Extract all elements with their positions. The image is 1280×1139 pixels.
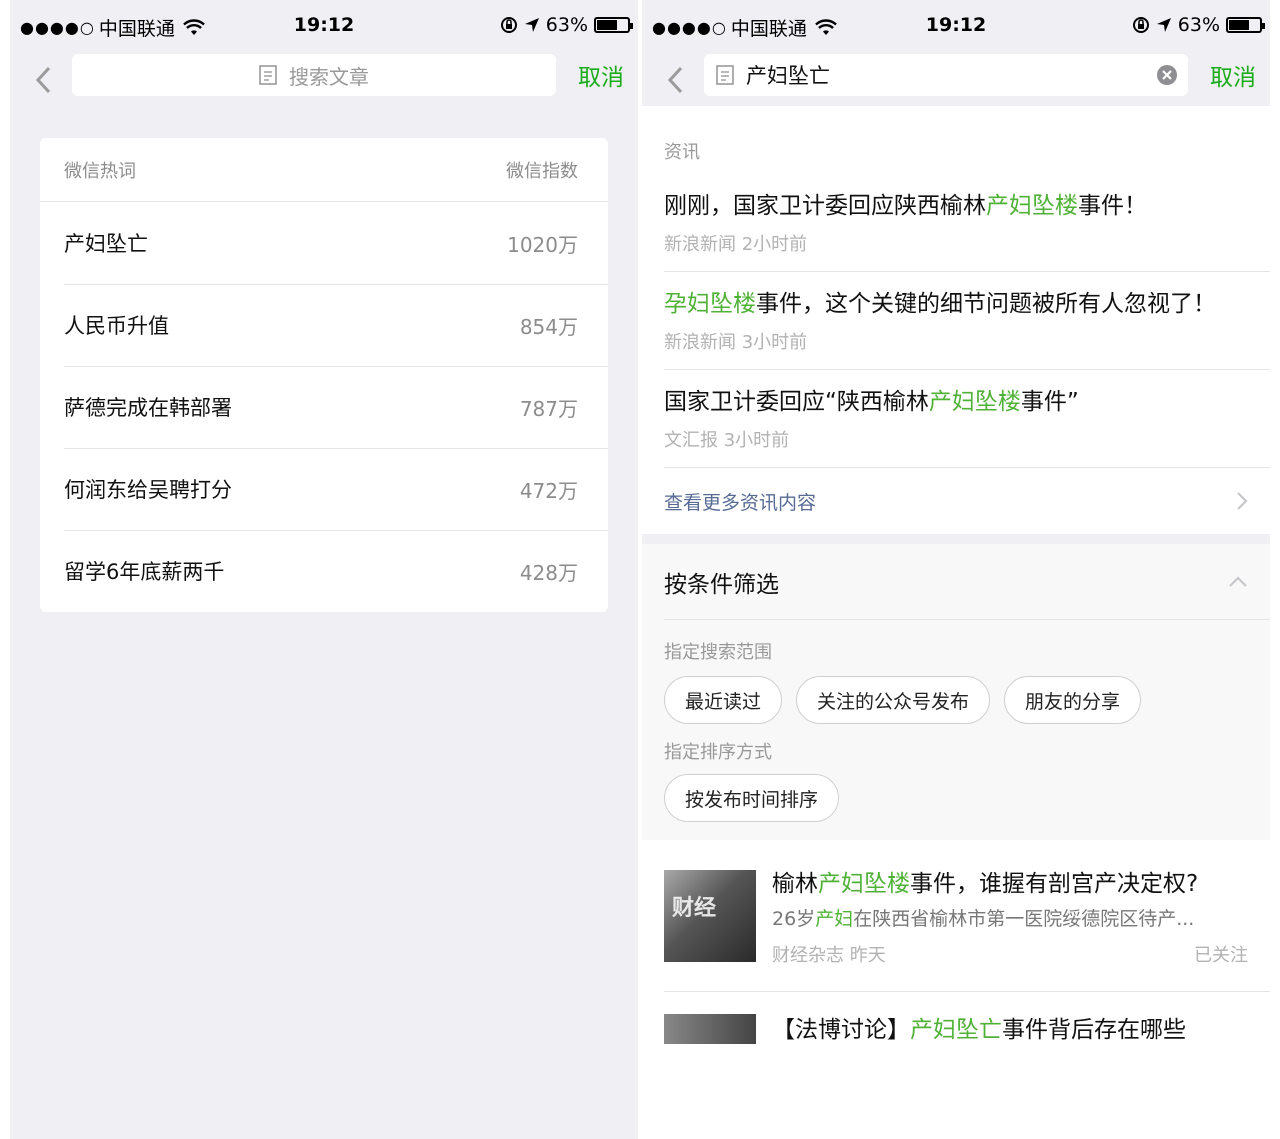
scope-chips: 最近读过 关注的公众号发布 朋友的分享	[642, 668, 1270, 724]
article-source: 财经杂志 昨天	[772, 945, 886, 966]
location-arrow-icon	[524, 18, 539, 32]
thumbnail-text: 财经	[672, 896, 717, 921]
hot-word-index: 1020万	[507, 232, 578, 257]
status-right: 63%	[1132, 14, 1265, 36]
chip-friends-shares[interactable]: 朋友的分享	[1004, 676, 1142, 724]
article-result[interactable]: 【法博讨论】产妇坠亡事件背后存在哪些	[642, 992, 1270, 1046]
search-results: 资讯 刚刚，国家卫计委回应陕西榆林产妇坠楼事件！ 新浪新闻 2小时前 孕妇坠楼事…	[642, 110, 1270, 1046]
followed-badge: 已关注	[1194, 945, 1248, 966]
index-column-label: 微信指数	[506, 160, 578, 182]
news-item[interactable]: 孕妇坠楼事件，这个关键的细节问题被所有人忽视了！ 新浪新闻 3小时前	[642, 272, 1270, 370]
article-doc-icon	[716, 65, 734, 85]
back-chevron-icon[interactable]	[664, 62, 686, 98]
news-item[interactable]: 国家卫计委回应“陕西榆林产妇坠楼事件” 文汇报 3小时前	[642, 370, 1270, 468]
right-phone-screen: ●●●●○ 中国联通 19:12 63% 产妇坠亡 取消 资讯 刚刚，国家卫计委…	[642, 0, 1270, 1139]
article-result[interactable]: 财经 榆林产妇坠楼事件，谁握有剖宫产决定权? 26岁产妇在陕西省榆林市第一医院绥…	[642, 840, 1270, 991]
hot-word: 产妇坠亡	[64, 232, 148, 256]
news-title: 国家卫计委回应“陕西榆林产妇坠楼事件”	[664, 389, 1079, 415]
status-right: 63%	[500, 14, 633, 36]
chip-recently-read[interactable]: 最近读过	[664, 676, 783, 724]
filter-title: 按条件筛选	[664, 572, 779, 598]
battery-icon	[594, 17, 633, 33]
rotation-lock-icon	[1132, 17, 1149, 33]
sort-chips: 按发布时间排序	[642, 772, 1270, 822]
search-query: 产妇坠亡	[746, 64, 830, 88]
battery-icon	[1226, 17, 1265, 33]
hot-words-column-label: 微信热词	[64, 160, 136, 182]
filter-header[interactable]: 按条件筛选	[642, 544, 1270, 620]
status-bar: ●●●●○ 中国联通 19:12 63%	[10, 0, 638, 54]
article-title: 榆林产妇坠楼事件，谁握有剖宫产决定权?	[772, 871, 1199, 897]
news-meta: 文汇报 3小时前	[664, 430, 790, 451]
rotation-lock-icon	[500, 17, 517, 33]
search-navbar: 搜索文章 取消	[10, 54, 638, 106]
location-arrow-icon	[1156, 18, 1171, 32]
article-body: 榆林产妇坠楼事件，谁握有剖宫产决定权? 26岁产妇在陕西省榆林市第一医院绥德院区…	[772, 868, 1248, 967]
sort-label: 指定排序方式	[664, 742, 772, 763]
news-item[interactable]: 刚刚，国家卫计委回应陕西榆林产妇坠楼事件！ 新浪新闻 2小时前	[642, 174, 1270, 272]
news-section-label: 资讯	[664, 142, 700, 163]
chip-sort-by-time[interactable]: 按发布时间排序	[664, 774, 840, 822]
hot-word-row[interactable]: 人民币升值 854万	[40, 284, 608, 366]
news-meta: 新浪新闻 2小时前	[664, 234, 808, 255]
article-meta: 财经杂志 昨天 已关注	[772, 941, 1248, 967]
chevron-right-icon	[1237, 492, 1248, 510]
hot-word: 人民币升值	[64, 314, 169, 338]
hot-word: 留学6年底薪两千	[64, 560, 225, 584]
hot-word-index: 428万	[519, 560, 578, 585]
scope-label: 指定搜索范围	[664, 642, 772, 663]
search-input[interactable]: 产妇坠亡	[704, 54, 1188, 96]
hot-words-card: 微信热词 微信指数 产妇坠亡 1020万 人民币升值 854万 萨德完成在韩部署…	[40, 138, 608, 612]
status-bar: ●●●●○ 中国联通 19:12 63%	[642, 0, 1270, 54]
article-thumbnail: 财经	[664, 870, 756, 962]
hot-word-row[interactable]: 产妇坠亡 1020万	[40, 202, 608, 284]
hot-word-index: 787万	[519, 396, 578, 421]
search-placeholder: 搜索文章	[289, 64, 369, 89]
search-navbar: 产妇坠亡 取消	[642, 54, 1270, 106]
news-title: 刚刚，国家卫计委回应陕西榆林产妇坠楼事件！	[664, 193, 1147, 219]
hot-words-header: 微信热词 微信指数	[40, 138, 608, 202]
article-description: 26岁产妇在陕西省榆林市第一医院绥德院区待产...	[772, 908, 1195, 930]
article-doc-icon	[259, 65, 277, 85]
hot-word-index: 472万	[519, 478, 578, 503]
chevron-up-icon	[1229, 576, 1247, 587]
hot-word-index: 854万	[519, 314, 578, 339]
more-news-label: 查看更多资讯内容	[664, 491, 817, 514]
more-news-link[interactable]: 查看更多资讯内容	[642, 468, 1270, 534]
hot-word-row[interactable]: 萨德完成在韩部署 787万	[40, 366, 608, 448]
cancel-button[interactable]: 取消	[578, 58, 624, 92]
article-title: 【法博讨论】产妇坠亡事件背后存在哪些	[772, 1017, 1186, 1043]
news-meta: 新浪新闻 3小时前	[664, 332, 808, 353]
chip-followed-accounts[interactable]: 关注的公众号发布	[796, 676, 991, 724]
search-input[interactable]: 搜索文章	[72, 54, 556, 96]
cancel-button[interactable]: 取消	[1210, 58, 1256, 92]
hot-word: 萨德完成在韩部署	[64, 396, 232, 420]
hot-word-row[interactable]: 留学6年底薪两千 428万	[40, 530, 608, 612]
filter-panel: 按条件筛选 指定搜索范围 最近读过 关注的公众号发布 朋友的分享 指定排序方式 …	[642, 544, 1270, 840]
left-phone-screen: ●●●●○ 中国联通 19:12 63% 搜索文章 取消 微信热词 微信指数 产…	[10, 0, 638, 1139]
hot-word: 何润东给吴聘打分	[64, 478, 232, 502]
hot-word-row[interactable]: 何润东给吴聘打分 472万	[40, 448, 608, 530]
clear-search-icon[interactable]	[1156, 64, 1178, 86]
section-gap	[642, 534, 1270, 544]
article-thumbnail	[664, 1014, 756, 1044]
battery-percent: 63%	[545, 14, 588, 36]
news-title: 孕妇坠楼事件，这个关键的细节问题被所有人忽视了！	[664, 291, 1216, 317]
back-chevron-icon[interactable]	[32, 62, 54, 98]
battery-percent: 63%	[1177, 14, 1220, 36]
